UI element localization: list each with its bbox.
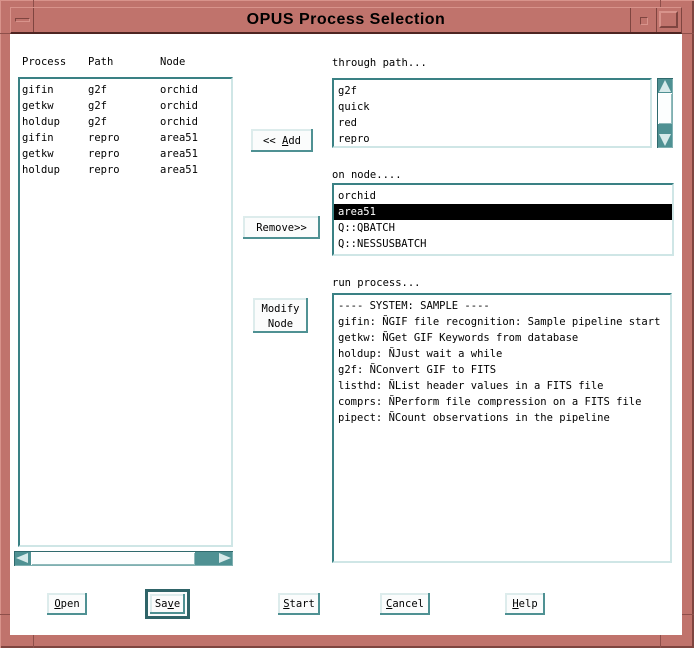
on-node-item[interactable]: orchid [338,188,672,204]
frame-notch [660,635,661,648]
maximize-icon [659,11,678,28]
cell-path: g2f [88,98,160,114]
minimize-button[interactable] [630,8,656,32]
scroll-right-arrow-icon[interactable] [219,553,231,563]
frame-notch [0,33,10,34]
modify-node-line2: Node [268,318,293,330]
process-row[interactable]: getkw g2f orchid [22,98,231,114]
cell-path: g2f [88,82,160,98]
scroll-up-arrow-icon[interactable] [659,80,671,92]
dialog-content: Process Path Node gifin g2f orchid getkw… [10,34,682,635]
through-path-list[interactable]: g2f quick red repro [332,78,652,148]
cell-process: holdup [22,114,88,130]
scroll-down-arrow-icon[interactable] [659,134,671,146]
header-node: Node [160,56,185,69]
cell-node: orchid [160,114,198,130]
process-list[interactable]: gifin g2f orchid getkw g2f orchid holdup… [18,77,233,547]
cell-node: area51 [160,130,198,146]
run-process-item[interactable]: pipect: ÑCount observations in the pipel… [338,410,670,426]
run-process-list[interactable]: ---- SYSTEM: SAMPLE ---- gifin: ÑGIF fil… [332,293,672,563]
cell-path: repro [88,162,160,178]
through-path-label: through path... [332,57,427,70]
cell-node: area51 [160,162,198,178]
run-process-label: run process... [332,277,421,290]
vertical-scrollbar-thumb[interactable] [658,93,672,124]
process-row[interactable]: gifin repro area51 [22,130,231,146]
open-button[interactable]: Open [47,593,87,615]
window-menu-icon [15,18,30,22]
header-process: Process [22,56,88,69]
modify-node-button[interactable]: Modify Node [253,298,308,333]
process-row[interactable]: holdup g2f orchid [22,114,231,130]
frame-notch [660,0,661,7]
help-button[interactable]: Help [505,593,545,615]
frame-notch [0,614,10,615]
run-process-item[interactable]: g2f: ÑConvert GIF to FITS [338,362,670,378]
on-node-list[interactable]: orchid area51 Q::QBATCH Q::NESSUSBATCH [332,183,674,256]
title-bar: OPUS Process Selection [10,7,682,34]
cancel-button[interactable]: Cancel [380,593,430,615]
on-node-item[interactable]: Q::QBATCH [338,220,672,236]
add-button[interactable]: << Add [251,129,313,152]
cell-process: getkw [22,146,88,162]
frame-notch [682,33,694,34]
remove-button[interactable]: Remove>> [243,216,320,239]
process-row[interactable]: holdup repro area51 [22,162,231,178]
cell-process: gifin [22,130,88,146]
cell-process: gifin [22,82,88,98]
scroll-left-arrow-icon[interactable] [16,553,28,563]
through-path-item[interactable]: repro [338,131,650,147]
modify-node-line1: Modify [262,303,300,315]
on-node-item-selected[interactable]: area51 [334,204,672,220]
frame-notch [33,0,34,7]
run-process-item[interactable]: comprs: ÑPerform file compression on a F… [338,394,670,410]
process-row[interactable]: gifin g2f orchid [22,82,231,98]
cell-path: g2f [88,114,160,130]
cell-node: orchid [160,82,198,98]
vertical-scrollbar[interactable] [657,78,673,148]
process-row[interactable]: getkw repro area51 [22,146,231,162]
window-menu-button[interactable] [11,8,34,32]
on-node-item[interactable]: Q::NESSUSBATCH [338,236,672,252]
header-path: Path [88,56,160,69]
cell-path: repro [88,146,160,162]
through-path-item[interactable]: g2f [338,83,650,99]
cell-process: getkw [22,98,88,114]
save-button[interactable]: Save [150,594,185,614]
on-node-label: on node.... [332,169,402,182]
cell-node: orchid [160,98,198,114]
process-table-header: Process Path Node [18,56,185,69]
window-title: OPUS Process Selection [11,8,681,32]
maximize-button[interactable] [656,8,681,32]
horizontal-scrollbar-thumb[interactable] [31,552,195,565]
frame-notch [33,635,34,648]
save-button-default-ring: Save [145,589,190,619]
cell-node: area51 [160,146,198,162]
run-process-item[interactable]: listhd: ÑList header values in a FITS fi… [338,378,670,394]
through-path-item[interactable]: red [338,115,650,131]
cell-path: repro [88,130,160,146]
run-process-item[interactable]: holdup: ÑJust wait a while [338,346,670,362]
start-button[interactable]: Start [278,593,320,615]
run-process-item[interactable]: ---- SYSTEM: SAMPLE ---- [338,298,670,314]
run-process-item[interactable]: gifin: ÑGIF file recognition: Sample pip… [338,314,670,330]
through-path-item[interactable]: quick [338,99,650,115]
run-process-item[interactable]: getkw: ÑGet GIF Keywords from database [338,330,670,346]
horizontal-scrollbar[interactable] [14,551,233,566]
cell-process: holdup [22,162,88,178]
frame-notch [682,614,694,615]
minimize-icon [640,17,648,25]
window: OPUS Process Selection Process Path Node… [0,0,694,648]
